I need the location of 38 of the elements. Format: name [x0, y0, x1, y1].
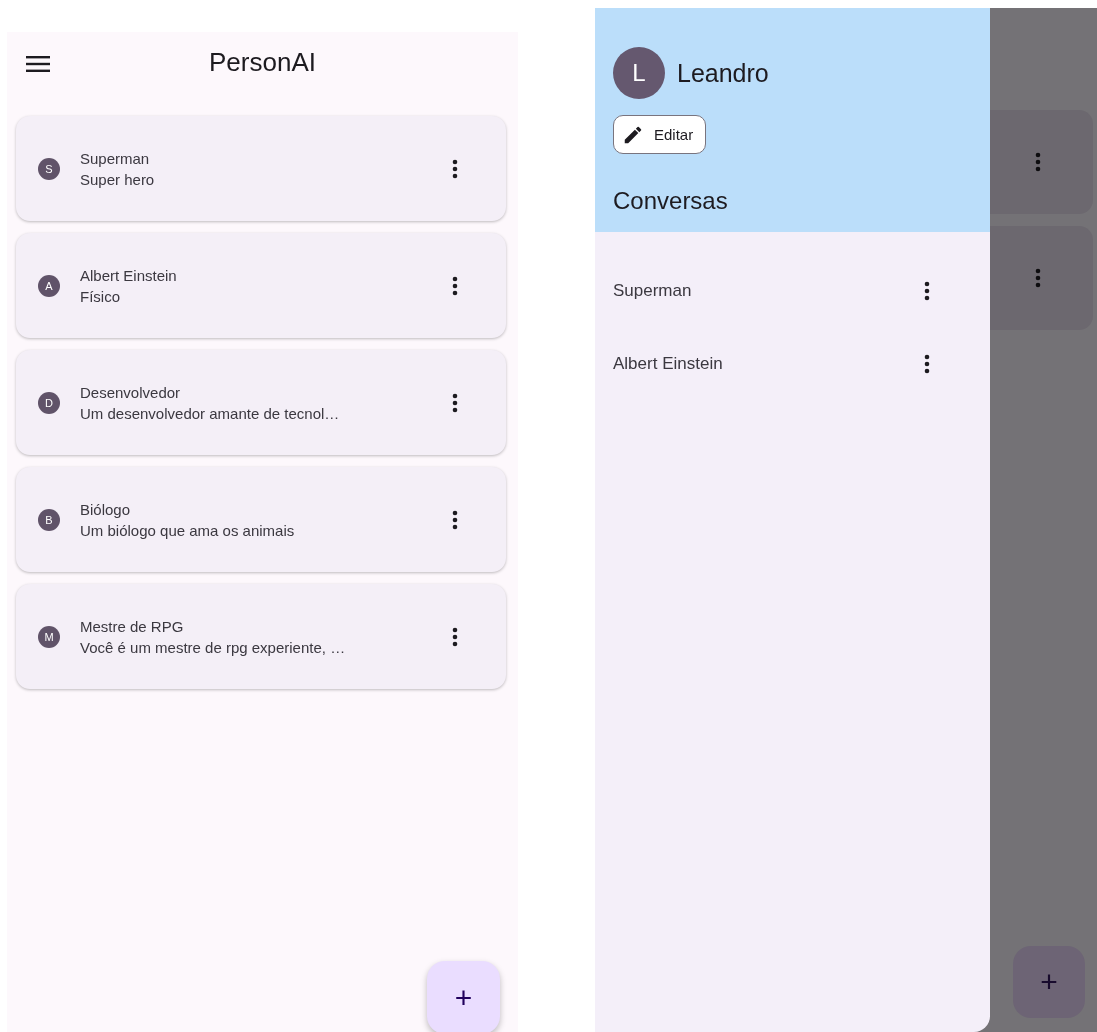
avatar: S: [38, 157, 60, 180]
section-title: Conversas: [613, 187, 728, 215]
avatar: B: [38, 508, 60, 531]
character-name: Superman: [80, 149, 151, 167]
character-description: Super hero: [80, 170, 156, 188]
more-icon: [1035, 268, 1041, 288]
character-card[interactable]: A Albert Einstein Físico: [16, 233, 506, 338]
more-icon[interactable]: [452, 158, 458, 179]
app-title: PersonAI: [209, 47, 316, 78]
character-name: Biólogo: [80, 500, 132, 518]
character-description: Físico: [80, 287, 121, 305]
more-icon[interactable]: [452, 275, 458, 296]
avatar: M: [38, 625, 60, 648]
add-button[interactable]: +: [427, 961, 500, 1032]
avatar: D: [38, 391, 60, 414]
character-description: Um biólogo que ama os animais: [80, 521, 296, 539]
character-card[interactable]: D Desenvolvedor Um desenvolvedor amante de tecnol…: [16, 350, 506, 455]
character-description: Um desenvolvedor amante de tecnol…: [80, 404, 341, 422]
user-name: Leandro: [677, 58, 769, 88]
more-icon[interactable]: [452, 392, 458, 413]
more-icon[interactable]: [924, 353, 930, 374]
character-name: Mestre de RPG: [80, 617, 185, 635]
character-card[interactable]: S Superman Super hero: [16, 116, 506, 221]
conversation-item[interactable]: Albert Einstein: [613, 353, 723, 374]
character-card[interactable]: M Mestre de RPG Você é um mestre de rpg experiente, …: [16, 584, 506, 689]
avatar: A: [38, 274, 60, 297]
edit-button[interactable]: Editar: [613, 115, 707, 154]
user-avatar: L: [613, 47, 665, 99]
character-name: Desenvolvedor: [80, 383, 182, 401]
character-name: Albert Einstein: [80, 266, 178, 284]
more-icon: [1035, 152, 1041, 172]
character-description: Você é um mestre de rpg experiente, …: [80, 638, 347, 656]
more-icon[interactable]: [452, 626, 458, 647]
more-icon[interactable]: [452, 509, 458, 530]
character-card[interactable]: B Biólogo Um biólogo que ama os animais: [16, 467, 506, 572]
more-icon[interactable]: [924, 280, 930, 301]
menu-icon[interactable]: [26, 56, 50, 72]
conversation-item[interactable]: Superman: [613, 280, 692, 301]
